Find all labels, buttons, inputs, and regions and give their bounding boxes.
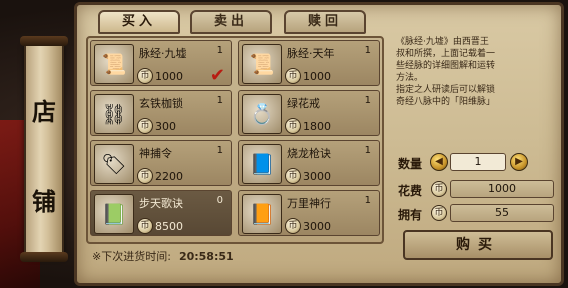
shop-sign-char-2: 铺 <box>32 187 56 216</box>
item-count: 1 <box>216 95 223 106</box>
shop-item[interactable]: 📙 万里神行 1 币 3000 <box>238 190 380 236</box>
item-price: 1000 <box>155 70 183 83</box>
owned-label: 拥有 <box>398 208 423 222</box>
item-count: 1 <box>364 145 371 156</box>
shop-sign-char-1: 店 <box>32 97 56 126</box>
tab-buy[interactable]: 买入 <box>98 10 180 34</box>
tab-redeem[interactable]: 赎回 <box>284 10 366 34</box>
item-name: 神捕令 <box>139 147 172 160</box>
item-count: 1 <box>364 195 371 206</box>
item-name: 玄铁枷锁 <box>139 97 183 110</box>
item-description: 《脉经·九墟》由西晋王 叔和所撰，上面记载着一 些经脉的详细图解和运转 方法。 … <box>396 36 556 142</box>
quantity-field[interactable]: 1 <box>450 153 506 171</box>
item-count: 1 <box>216 45 223 56</box>
coin-icon: 币 <box>137 218 153 234</box>
increase-quantity-button[interactable]: ▶ <box>510 153 528 171</box>
buy-button[interactable]: 购买 <box>403 230 553 260</box>
shop-item[interactable]: 📘 烧龙枪诀 1 币 3000 <box>238 140 380 186</box>
shop-item[interactable]: ⛓ 玄铁枷锁 1 币 300 <box>90 90 232 136</box>
coin-icon: 币 <box>285 118 301 134</box>
item-price: 8500 <box>155 220 183 233</box>
tab-sell[interactable]: 卖出 <box>190 10 272 34</box>
scroll-icon: 📜 <box>94 44 134 84</box>
quantity-label: 数量 <box>398 157 423 171</box>
restock-timer: ※下次进货时间: 20:58:51 <box>92 248 234 264</box>
coin-icon: 币 <box>137 118 153 134</box>
selected-check-icon: ✔ <box>209 65 225 86</box>
item-price: 300 <box>155 120 176 133</box>
item-price: 3000 <box>303 220 331 233</box>
book-icon: 📙 <box>242 194 282 234</box>
item-price: 3000 <box>303 170 331 183</box>
item-count: 1 <box>364 45 371 56</box>
item-name: 脉经·天年 <box>287 47 335 60</box>
shackle-icon: ⛓ <box>94 94 134 134</box>
description-line: 奇经八脉中的「阳维脉」 <box>396 97 496 107</box>
item-price: 1000 <box>303 70 331 83</box>
item-name: 万里神行 <box>287 197 331 210</box>
coin-icon: 币 <box>137 168 153 184</box>
description-line: 些经脉的详细图解和运转 <box>396 61 496 71</box>
coin-icon: 币 <box>285 218 301 234</box>
cost-value: 1000 <box>450 180 554 198</box>
item-price: 2200 <box>155 170 183 183</box>
ring-icon: 💍 <box>242 94 282 134</box>
shop-sign: 店 铺 <box>20 36 68 262</box>
description-line: 方法。 <box>396 73 424 83</box>
restock-time: 20:58:51 <box>178 250 234 263</box>
description-line: 《脉经·九墟》由西晋王 <box>396 37 489 47</box>
coin-icon: 币 <box>285 168 301 184</box>
coin-icon: 币 <box>431 205 447 221</box>
description-line: 指定之人研读后可以解锁 <box>396 85 496 95</box>
token-icon: 🏷 <box>94 144 134 184</box>
shop-item[interactable]: 📜 脉经·天年 1 币 1000 <box>238 40 380 86</box>
item-name: 烧龙枪诀 <box>287 147 331 160</box>
shop-item[interactable]: 💍 绿花戒 1 币 1800 <box>238 90 380 136</box>
coin-icon: 币 <box>285 68 301 84</box>
decrease-quantity-button[interactable]: ◀ <box>430 153 448 171</box>
item-name: 步天歌诀 <box>139 197 183 210</box>
shop-item[interactable]: 📗 步天歌诀 0 币 8500 <box>90 190 232 236</box>
shop-item[interactable]: 🏷 神捕令 1 币 2200 <box>90 140 232 186</box>
owned-value: 55 <box>450 204 554 222</box>
item-name: 脉经·九墟 <box>139 47 187 60</box>
scroll-icon: 📜 <box>242 44 282 84</box>
restock-label: ※下次进货时间: <box>92 250 171 263</box>
coin-icon: 币 <box>137 68 153 84</box>
item-count: 1 <box>364 95 371 106</box>
cost-label: 花费 <box>398 184 423 198</box>
description-line: 叔和所撰，上面记载着一 <box>396 49 496 59</box>
book-icon: 📗 <box>94 194 134 234</box>
item-name: 绿花戒 <box>287 97 320 110</box>
coin-icon: 币 <box>431 181 447 197</box>
book-icon: 📘 <box>242 144 282 184</box>
shop-item[interactable]: 📜 脉经·九墟 1 币 1000 ✔ <box>90 40 232 86</box>
item-count: 1 <box>216 145 223 156</box>
item-count: 0 <box>216 195 223 206</box>
item-price: 1800 <box>303 120 331 133</box>
